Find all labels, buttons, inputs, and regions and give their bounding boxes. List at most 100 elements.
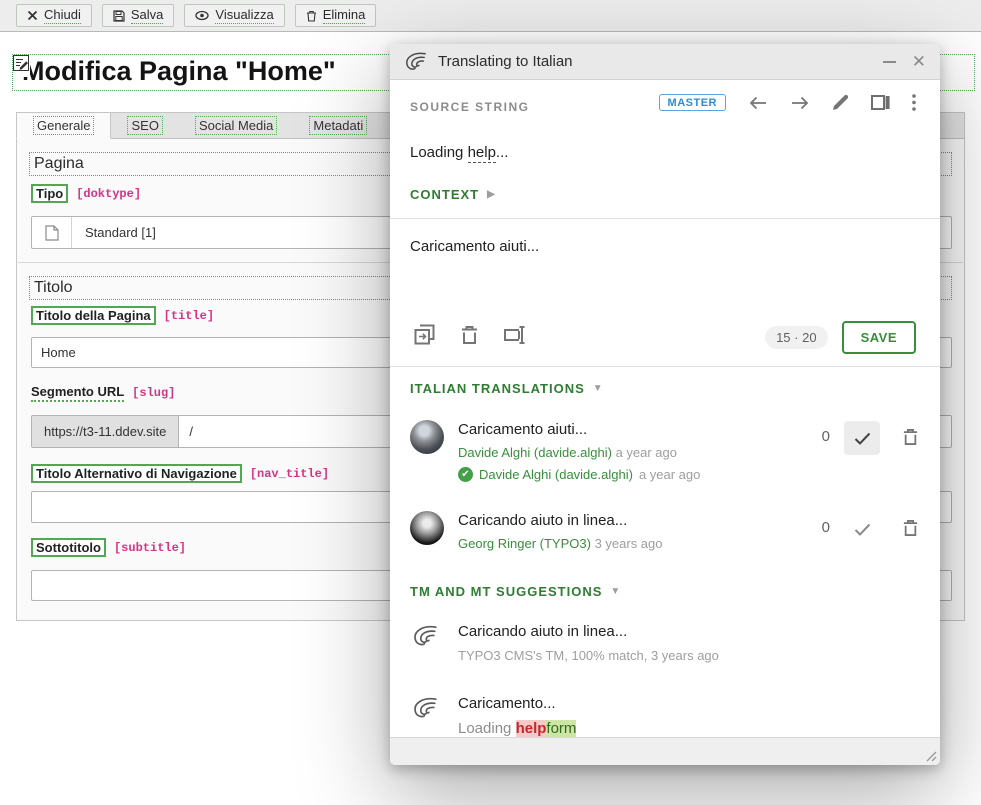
char-counter: 15 · 20 <box>765 326 827 349</box>
approve-button[interactable] <box>844 512 880 546</box>
source-string-label: SOURCE STRING <box>410 100 530 114</box>
modal-title: Translating to Italian <box>438 53 573 70</box>
diff-added: form <box>546 720 576 737</box>
translations-section-toggle[interactable]: ITALIAN TRANSLATIONS ▼ <box>410 381 604 396</box>
slug-label-text: Segmento URL <box>31 384 124 402</box>
author-time: a year ago <box>616 445 677 460</box>
copy-source-button[interactable] <box>414 324 435 345</box>
view-button-label: Visualizza <box>215 7 273 24</box>
master-branch-badge: MASTER <box>659 94 726 111</box>
field-label-nav-title: Titolo Alternativo di Navigazione [nav_t… <box>31 464 329 483</box>
close-button-label: Chiudi <box>44 7 81 24</box>
side-panel-icon <box>871 95 890 110</box>
text-selection-button[interactable] <box>504 325 528 345</box>
close-icon[interactable]: ✕ <box>912 53 926 70</box>
copy-icon <box>414 324 435 345</box>
doktype-selected-value: Standard [1] <box>72 225 156 240</box>
vote-count: 0 <box>822 519 830 536</box>
x-icon <box>27 10 38 21</box>
field-label-slug: Segmento URL [slug] <box>31 384 175 402</box>
tab-generale[interactable]: Generale <box>16 113 111 139</box>
eye-icon <box>195 10 209 21</box>
source-toolbar: MASTER <box>659 94 916 111</box>
modal-header[interactable]: Translating to Italian ✕ <box>390 44 940 80</box>
minimize-icon[interactable] <box>883 61 896 63</box>
edit-source-button[interactable] <box>832 94 849 111</box>
translation-text: Caricando aiuto in linea... <box>458 512 663 529</box>
field-label-tipo: Tipo [doktype] <box>31 184 141 203</box>
previous-string-button[interactable] <box>748 95 768 111</box>
tab-seo[interactable]: SEO <box>111 113 178 138</box>
crowdin-tm-icon <box>412 696 439 721</box>
tab-metadati[interactable]: Metadati <box>293 113 383 138</box>
approved-line: ✔ Davide Alghi (davide.alghi) a year ago <box>458 467 700 482</box>
avatar <box>410 511 444 545</box>
doc-header-toolbar: Chiudi Salva Visualizza Elimina <box>0 0 981 32</box>
delete-button[interactable]: Elimina <box>295 4 377 27</box>
source-term[interactable]: help <box>468 144 496 163</box>
next-string-button[interactable] <box>790 95 810 111</box>
author-time: 3 years ago <box>595 536 663 551</box>
trash-icon <box>461 325 478 345</box>
check-icon <box>854 523 871 536</box>
suggestion-meta: TYPO3 CMS's TM, 100% match, 3 years ago <box>458 648 719 663</box>
approver-name: Davide Alghi (davide.alghi) <box>479 467 633 482</box>
tab-generale-label: Generale <box>33 116 94 135</box>
chevron-right-icon: ▶ <box>487 189 496 200</box>
save-button[interactable]: Salva <box>102 4 175 27</box>
arrow-right-icon <box>790 95 810 111</box>
text-cursor-box-icon <box>504 325 528 345</box>
close-button[interactable]: Chiudi <box>16 4 92 27</box>
delete-translation-button[interactable] <box>903 428 918 446</box>
pencil-icon <box>832 94 849 111</box>
title-field-name: [title] <box>164 309 214 323</box>
source-text-prefix: Loading <box>410 144 468 161</box>
clear-translation-button[interactable] <box>461 325 478 345</box>
title-label-text: Titolo della Pagina <box>31 306 156 325</box>
toggle-panel-button[interactable] <box>871 95 890 110</box>
resize-grip[interactable] <box>925 750 937 762</box>
delete-translation-button[interactable] <box>903 519 918 537</box>
approve-button[interactable] <box>844 421 880 455</box>
field-label-subtitle: Sottotitolo [subtitle] <box>31 538 186 557</box>
crowdin-translation-modal: Translating to Italian ✕ SOURCE STRING M… <box>390 44 940 765</box>
crowdin-logo-icon <box>404 51 428 73</box>
approved-check-icon: ✔ <box>458 467 473 482</box>
translations-header-label: ITALIAN TRANSLATIONS <box>410 381 585 396</box>
tab-social-media-label: Social Media <box>195 116 277 135</box>
more-menu-button[interactable] <box>912 94 916 111</box>
kebab-menu-icon <box>912 94 916 111</box>
translation-author-line: Georg Ringer (TYPO3) 3 years ago <box>458 536 663 551</box>
chevron-down-icon: ▼ <box>593 383 604 394</box>
tab-seo-label: SEO <box>127 116 162 135</box>
suggestion-text: Caricando aiuto in linea... <box>458 623 719 640</box>
divider <box>390 218 940 219</box>
save-translation-button[interactable]: SAVE <box>842 321 916 354</box>
suggestion-source-diff: Loading helpform <box>458 720 576 737</box>
view-button[interactable]: Visualizza <box>184 4 284 27</box>
author-name: Georg Ringer (TYPO3) <box>458 536 591 551</box>
author-name: Davide Alghi (davide.alghi) <box>458 445 612 460</box>
slug-field-name: [slug] <box>132 386 175 400</box>
arrow-left-icon <box>748 95 768 111</box>
delete-button-label: Elimina <box>323 7 366 24</box>
tipo-label-text: Tipo <box>31 184 68 203</box>
subtitle-field-name: [subtitle] <box>114 541 186 555</box>
slug-prefix: https://t3-11.ddev.site <box>31 415 178 448</box>
floppy-icon <box>113 10 125 22</box>
suggestions-section-toggle[interactable]: TM AND MT SUGGESTIONS ▼ <box>410 584 621 599</box>
nav-title-field-name: [nav_title] <box>250 467 329 481</box>
field-label-title: Titolo della Pagina [title] <box>31 306 214 325</box>
check-icon <box>854 432 871 445</box>
context-toggle[interactable]: CONTEXT ▶ <box>410 187 496 202</box>
save-button-label: Salva <box>131 7 164 24</box>
approved-time: a year ago <box>639 467 700 482</box>
translation-input[interactable]: Caricamento aiuti... <box>410 238 890 298</box>
diff-prefix: Loading <box>458 720 516 737</box>
tab-social-media[interactable]: Social Media <box>179 113 293 138</box>
suggestions-header-label: TM AND MT SUGGESTIONS <box>410 584 602 599</box>
save-area: 15 · 20 SAVE <box>765 321 916 354</box>
translation-text: Caricamento aiuti... <box>458 421 700 438</box>
modal-footer <box>390 737 940 765</box>
subtitle-label-text: Sottotitolo <box>31 538 106 557</box>
